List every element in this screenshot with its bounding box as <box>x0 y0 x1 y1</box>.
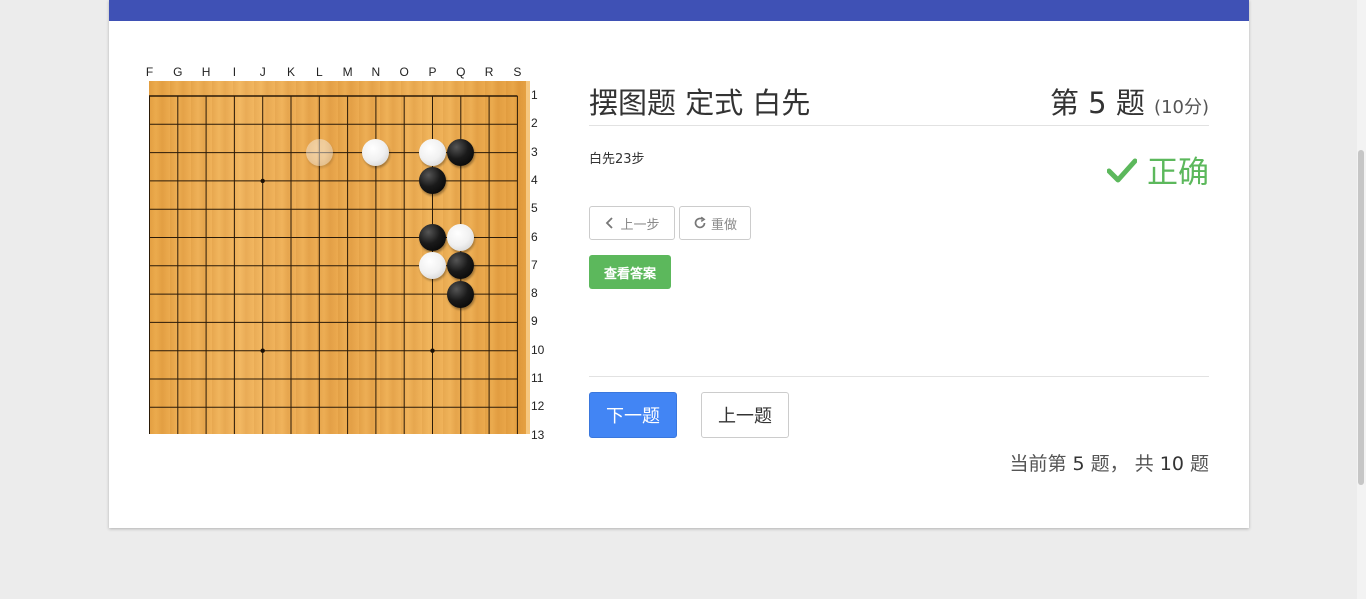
prev-step-label: 上一步 <box>620 217 660 233</box>
ghost-white-stone <box>305 139 333 167</box>
row-label: 9 <box>531 314 538 329</box>
row-label: 12 <box>531 399 545 414</box>
star-point <box>260 348 265 353</box>
black-stone <box>447 280 475 308</box>
column-label: J <box>259 65 266 79</box>
column-label: F <box>145 65 154 79</box>
star-point <box>430 348 435 353</box>
prev-step-button[interactable]: 上一步 <box>589 206 675 240</box>
column-label: R <box>484 65 494 79</box>
row-label: 7 <box>531 257 538 272</box>
column-label: Q <box>456 65 466 79</box>
result-status: 正确 <box>1107 147 1209 192</box>
progress-suffix: 题 <box>1189 453 1209 475</box>
black-stone <box>419 224 446 251</box>
next-question-button[interactable]: 下一题 <box>589 392 677 438</box>
row-label: 10 <box>531 342 545 357</box>
nav-divider <box>589 376 1209 377</box>
board-grid <box>149 95 518 434</box>
question-points: (10分) <box>1154 97 1209 118</box>
row-label: 6 <box>531 229 538 244</box>
row-label: 8 <box>531 286 538 301</box>
redo-label: 重做 <box>710 217 737 233</box>
scrollbar-thumb[interactable] <box>1358 150 1364 485</box>
redo-icon <box>694 216 706 229</box>
status-text: 正确 <box>1147 155 1209 191</box>
white-stone <box>419 139 446 167</box>
question-number-label: 第 5 题 <box>1049 86 1145 120</box>
column-label: S <box>513 65 522 79</box>
question-number: 第 5 题 (10分) <box>1050 80 1209 122</box>
header-bar <box>109 0 1249 21</box>
row-label: 11 <box>531 371 544 385</box>
row-label: 5 <box>531 201 538 216</box>
row-label: 3 <box>531 144 538 159</box>
progress-total: 10 <box>1159 453 1184 475</box>
page-scrollbar[interactable] <box>1357 0 1366 599</box>
check-icon <box>1107 158 1137 182</box>
row-label: 2 <box>531 116 538 131</box>
column-label: L <box>315 65 323 79</box>
progress-middle: 题， 共 <box>1090 453 1154 475</box>
column-label: N <box>371 65 381 79</box>
star-point <box>260 178 265 184</box>
problem-title: 摆图题 定式 白先 <box>589 86 811 120</box>
title-divider <box>589 125 1209 126</box>
progress-indicator: 当前第 5 题， 共 10 题 <box>1009 449 1209 476</box>
problem-description: 白先23步 <box>589 152 645 167</box>
column-label: K <box>286 65 295 79</box>
column-label: G <box>173 65 183 79</box>
column-label: H <box>201 65 211 79</box>
column-label: O <box>399 65 409 79</box>
row-label: 4 <box>531 172 538 187</box>
redo-button[interactable]: 重做 <box>679 206 751 240</box>
row-label: 1 <box>531 88 538 102</box>
column-label: M <box>342 65 353 79</box>
view-answer-button[interactable]: 查看答案 <box>589 255 671 289</box>
progress-current: 5 <box>1072 453 1085 475</box>
column-label: I <box>232 65 237 79</box>
chevron-left-icon <box>606 217 614 229</box>
row-label: 13 <box>531 427 545 442</box>
column-label: P <box>428 65 437 79</box>
progress-prefix: 当前第 <box>1009 453 1067 475</box>
prev-question-button[interactable]: 上一题 <box>701 392 789 438</box>
